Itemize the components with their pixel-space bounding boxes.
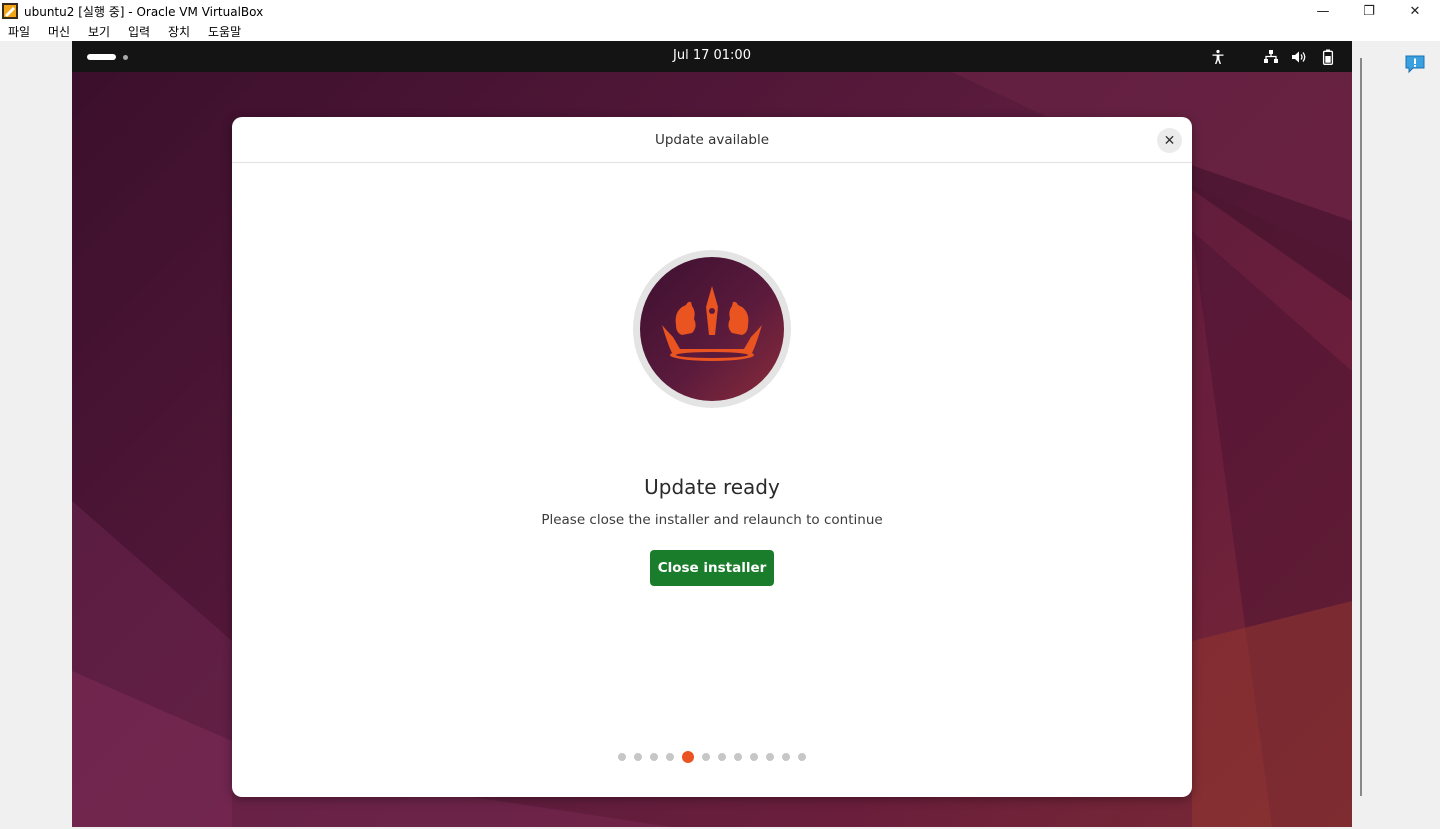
gnome-top-bar: Jul 17 01:00 bbox=[72, 41, 1352, 72]
close-installer-button[interactable]: Close installer bbox=[650, 550, 774, 586]
menu-file[interactable]: 파일 bbox=[8, 23, 30, 40]
accessibility-icon[interactable] bbox=[1209, 48, 1227, 66]
network-icon[interactable] bbox=[1262, 48, 1280, 66]
page-dot bbox=[618, 753, 626, 761]
menu-bar: 파일 머신 보기 입력 장치 도움말 bbox=[0, 22, 1440, 41]
host-scrollbar[interactable] bbox=[1360, 58, 1362, 796]
page-dot bbox=[718, 753, 726, 761]
menu-input[interactable]: 입력 bbox=[128, 23, 150, 40]
page-dot bbox=[782, 753, 790, 761]
close-window-button[interactable]: ✕ bbox=[1392, 0, 1438, 22]
ubuntu-crown-emblem-icon bbox=[633, 250, 791, 408]
page-dot bbox=[634, 753, 642, 761]
notification-icon[interactable] bbox=[1404, 53, 1426, 75]
virtualbox-app-icon bbox=[2, 3, 18, 19]
page-dot bbox=[734, 753, 742, 761]
window-title: ubuntu2 [실행 중] - Oracle VM VirtualBox bbox=[24, 5, 264, 19]
page-dot bbox=[750, 753, 758, 761]
battery-icon[interactable] bbox=[1319, 48, 1337, 66]
close-icon: ✕ bbox=[1163, 132, 1176, 149]
dialog-header: Update available ✕ bbox=[232, 117, 1192, 163]
page-dot bbox=[650, 753, 658, 761]
page-indicator bbox=[232, 751, 1192, 763]
restore-button[interactable]: ❐ bbox=[1346, 0, 1392, 22]
update-dialog: Update available ✕ Update ready Please c… bbox=[232, 117, 1192, 797]
dialog-title: Update available bbox=[654, 132, 770, 148]
page-dot bbox=[702, 753, 710, 761]
menu-help[interactable]: 도움말 bbox=[208, 23, 241, 40]
clock[interactable]: Jul 17 01:00 bbox=[72, 48, 1352, 63]
update-heading: Update ready bbox=[644, 475, 780, 499]
volume-icon[interactable] bbox=[1290, 48, 1308, 66]
minimize-button[interactable]: — bbox=[1300, 0, 1346, 22]
menu-devices[interactable]: 장치 bbox=[168, 23, 190, 40]
vm-display[interactable]: Jul 17 01:00 Update available ✕ Update r… bbox=[72, 41, 1352, 827]
menu-view[interactable]: 보기 bbox=[88, 23, 110, 40]
page-dot bbox=[766, 753, 774, 761]
close-dialog-button[interactable]: ✕ bbox=[1157, 128, 1182, 153]
page-dot bbox=[798, 753, 806, 761]
page-dot bbox=[666, 753, 674, 761]
menu-machine[interactable]: 머신 bbox=[48, 23, 70, 40]
update-message: Please close the installer and relaunch … bbox=[541, 512, 883, 528]
window-titlebar: ubuntu2 [실행 중] - Oracle VM VirtualBox — … bbox=[0, 0, 1440, 22]
page-dot-active bbox=[682, 751, 694, 763]
